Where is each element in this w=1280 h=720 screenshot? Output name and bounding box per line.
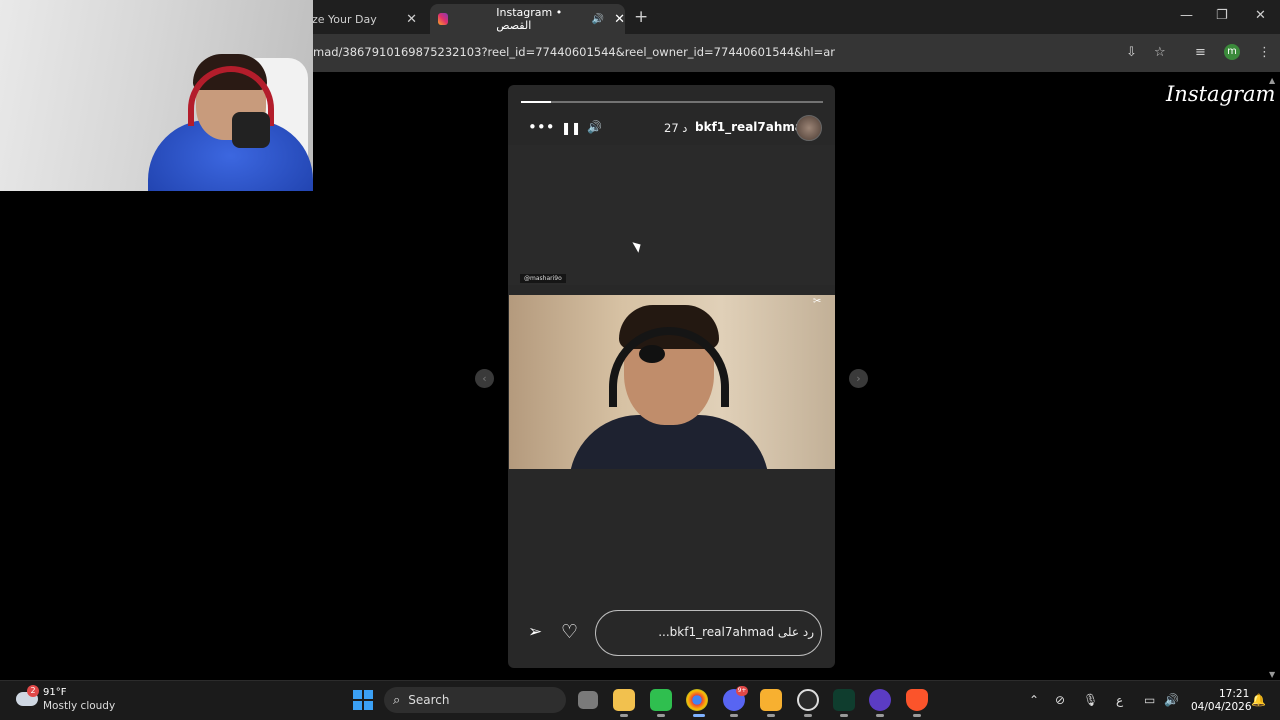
chevron-up-icon[interactable]: ⌃ <box>1029 693 1039 707</box>
active-app-indicator <box>693 714 705 717</box>
file-explorer-icon[interactable] <box>613 689 635 711</box>
story-watermark: @mashari9o <box>520 274 566 283</box>
address-bar-url[interactable]: mad/3867910169875232103?reel_id=77440601… <box>313 45 835 59</box>
windows-logo-pane <box>353 701 362 710</box>
media-control-icon[interactable]: ≡ <box>1195 45 1206 60</box>
story-timestamp: 27 د <box>664 121 688 135</box>
microphone-icon[interactable]: 🎙 <box>1083 693 1098 707</box>
hidden-icons-icon[interactable]: ⊘ <box>1055 693 1065 707</box>
volume-icon[interactable]: 🔊 <box>1164 693 1179 707</box>
story-progress-fill <box>521 101 552 103</box>
tab-close-icon[interactable]: ✕ <box>614 12 625 27</box>
gaming-app-icon[interactable] <box>650 689 672 711</box>
scroll-up-icon[interactable]: ▲ <box>1269 76 1275 85</box>
input-language[interactable]: ع <box>1116 693 1123 707</box>
app-indicator <box>730 714 738 717</box>
discord-notification-badge: 9+ <box>736 686 748 696</box>
tab-audio-icon[interactable]: 🔊 <box>592 14 604 25</box>
app-indicator <box>876 714 884 717</box>
notification-bell-icon[interactable]: 🔔 <box>1251 693 1266 707</box>
weather-temperature[interactable]: 91°F <box>43 687 66 698</box>
app-indicator <box>657 714 665 717</box>
microphone-icon <box>232 112 270 148</box>
instagram-logo[interactable]: Instagram <box>1166 82 1275 106</box>
tab-label: Instagram • القصص <box>496 6 563 32</box>
capcut-icon: ✂ <box>813 296 822 307</box>
story-video[interactable] <box>509 295 835 469</box>
story-progress-track <box>521 101 823 103</box>
tab-instagram[interactable]: Instagram • القصص 🔊 ✕ <box>430 4 625 34</box>
webcam-overlay <box>0 0 313 191</box>
share-icon[interactable]: ➢ <box>528 622 542 642</box>
weather-description[interactable]: Mostly cloudy <box>43 700 115 712</box>
search-label: Search <box>408 693 450 707</box>
previous-story-icon[interactable]: ‹ <box>475 369 494 388</box>
search-icon: ⌕ <box>393 692 401 708</box>
weather-badge: 2 <box>27 685 39 697</box>
microphone-icon <box>639 345 665 363</box>
more-options-icon[interactable]: ••• <box>528 118 555 136</box>
profile-avatar[interactable]: m <box>1224 44 1240 60</box>
windows-logo-pane <box>353 690 362 699</box>
app-indicator <box>767 714 775 717</box>
instagram-favicon-icon <box>438 13 449 25</box>
chrome-icon[interactable] <box>686 689 708 711</box>
install-app-icon[interactable]: ⇩ <box>1126 45 1137 60</box>
windows-logo-pane <box>364 701 373 710</box>
app-indicator <box>620 714 628 717</box>
reply-placeholder: رد على bkf1_real7ahmad... <box>658 625 814 639</box>
bookmark-star-icon[interactable]: ☆ <box>1154 45 1166 60</box>
story-username[interactable]: bkf1_real7ahmad <box>695 120 812 134</box>
steam-icon[interactable] <box>797 689 819 711</box>
tab-make-your-day[interactable]: ze Your Day ✕ <box>300 4 425 34</box>
story-avatar[interactable] <box>796 115 822 141</box>
menu-kebab-icon[interactable]: ⋮ <box>1258 45 1271 60</box>
task-view-icon[interactable] <box>578 691 598 709</box>
network-icon[interactable]: ▭ <box>1144 693 1155 707</box>
window-close-icon[interactable]: ✕ <box>1255 8 1266 23</box>
pause-icon[interactable]: ❚❚ <box>561 121 581 135</box>
app-indicator <box>804 714 812 717</box>
volume-icon[interactable]: 🔊 <box>587 120 602 134</box>
app-indicator <box>913 714 921 717</box>
new-tab-button[interactable]: + <box>634 7 648 27</box>
next-story-icon[interactable]: › <box>849 369 868 388</box>
minimize-icon[interactable]: — <box>1180 8 1193 23</box>
windows-logo-pane <box>364 690 373 699</box>
scroll-down-icon[interactable]: ▼ <box>1269 670 1275 679</box>
brave-browser-icon[interactable] <box>906 689 928 711</box>
ai-assistant-icon[interactable] <box>869 689 891 711</box>
taskbar-search[interactable]: ⌕ Search <box>384 687 566 713</box>
restore-icon[interactable]: ❐ <box>1216 8 1228 23</box>
terminal-app-icon[interactable] <box>833 689 855 711</box>
clock-time[interactable]: 17:21 <box>1219 688 1249 700</box>
like-heart-icon[interactable]: ♡ <box>561 621 578 643</box>
tab-close-icon[interactable]: ✕ <box>406 12 417 27</box>
start-button[interactable] <box>353 690 373 710</box>
notes-app-icon[interactable] <box>760 689 782 711</box>
tab-label: ze Your Day <box>312 12 377 26</box>
app-indicator <box>840 714 848 717</box>
clock-date[interactable]: 04/04/2026 <box>1191 701 1252 713</box>
story-blank-area <box>508 145 835 285</box>
